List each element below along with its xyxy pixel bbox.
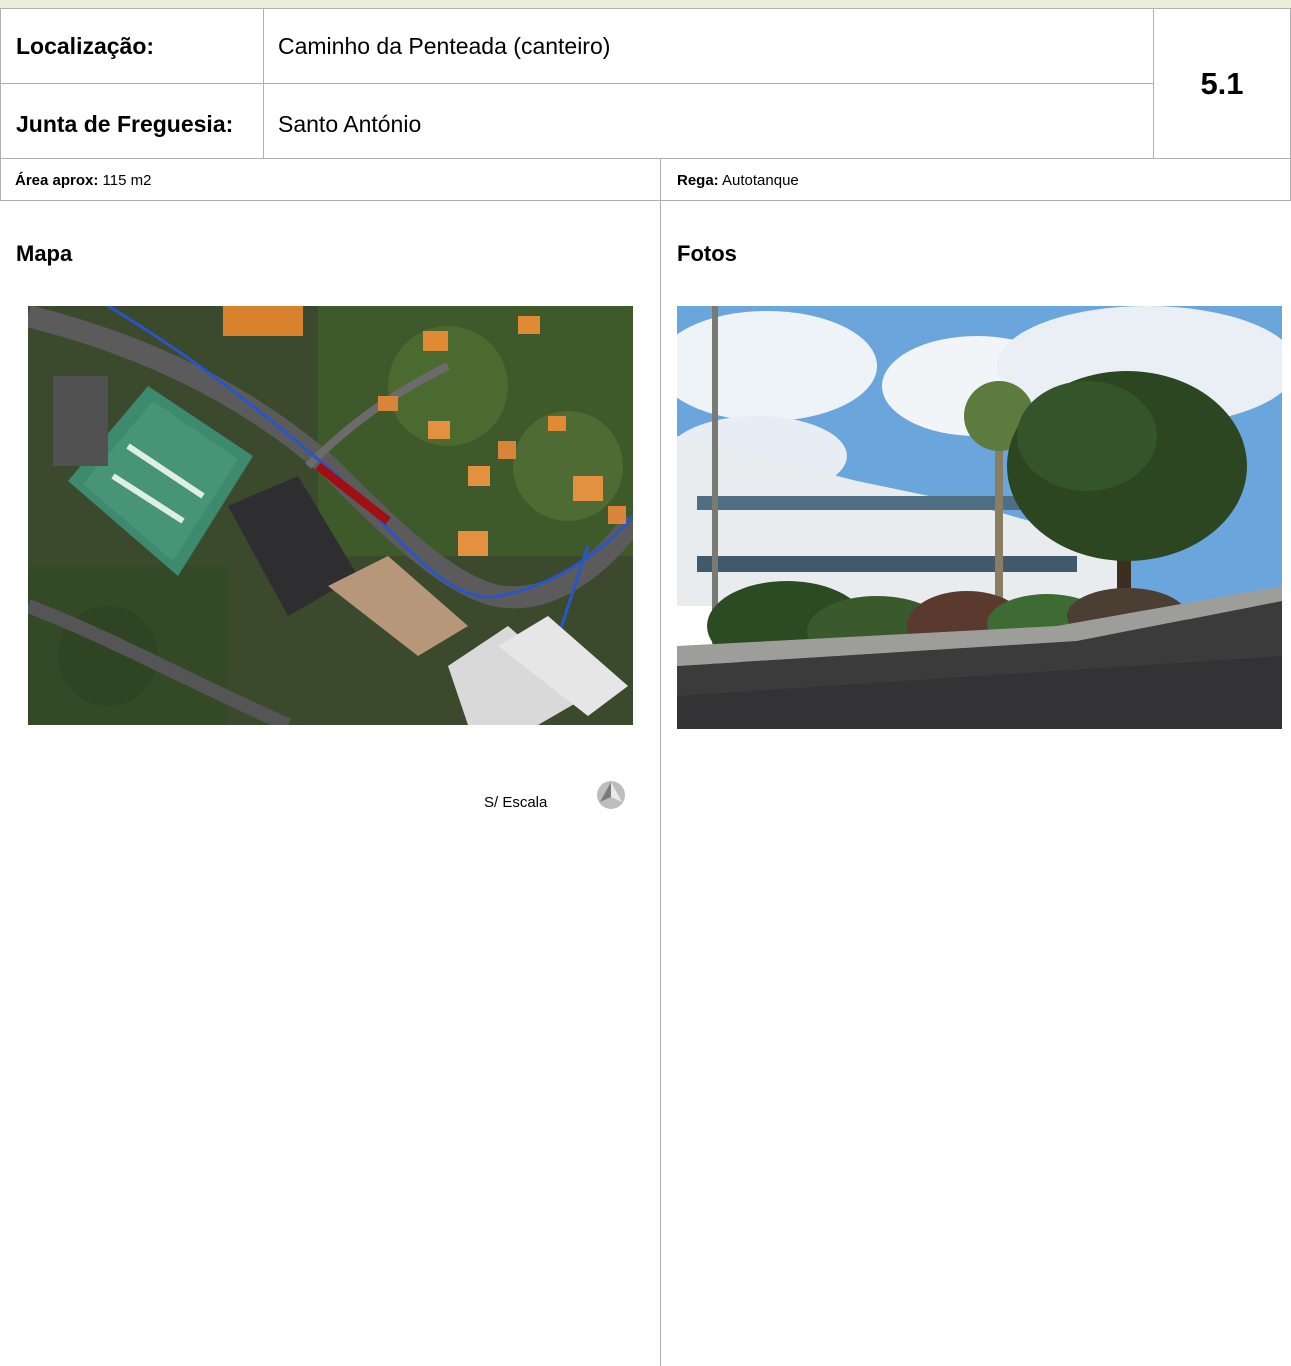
map-title: Mapa	[16, 241, 73, 266]
location-value: Caminho da Penteada (canteiro)	[278, 33, 611, 59]
irrigation-info: Rega: Autotanque	[677, 172, 799, 189]
area-info: Área aprox: 115 m2	[15, 172, 151, 189]
north-arrow-icon	[596, 780, 626, 810]
aerial-map-image	[28, 306, 633, 725]
grid-line	[0, 200, 1291, 201]
parish-label: Junta de Freguesia:	[16, 111, 234, 137]
grid-line	[0, 83, 1153, 84]
location-label: Localização:	[16, 33, 155, 59]
column-divider	[660, 158, 661, 1366]
grid-line	[0, 8, 1, 200]
scale-label: S/ Escala	[484, 794, 548, 811]
area-value: 115 m2	[102, 172, 152, 189]
grid-line	[0, 8, 1291, 9]
sheet-code: 5.1	[1200, 66, 1244, 101]
grid-line	[0, 158, 1291, 159]
grid-line	[263, 8, 264, 158]
site-photo	[677, 306, 1282, 729]
irrigation-value: Autotanque	[722, 172, 799, 189]
area-label: Área aprox:	[15, 172, 99, 189]
photos-title: Fotos	[677, 241, 737, 266]
parish-value: Santo António	[278, 111, 422, 137]
irrigation-label: Rega:	[677, 172, 719, 189]
